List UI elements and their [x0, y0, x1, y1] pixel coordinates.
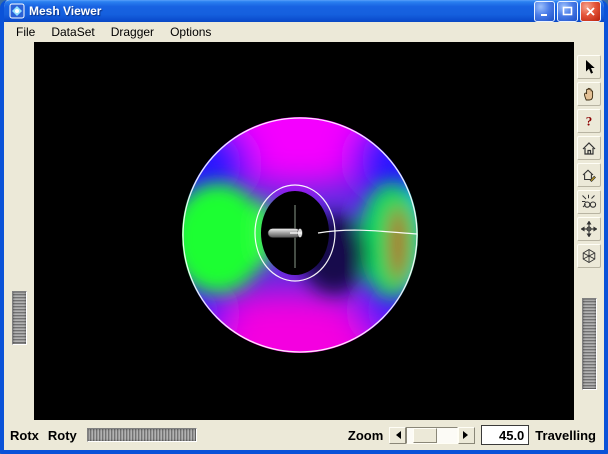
- zoom-scroll-left-button[interactable]: [389, 426, 407, 444]
- zoom-scroll-right-button[interactable]: [458, 426, 476, 444]
- minimize-button[interactable]: [534, 0, 555, 22]
- menu-bar: File DataSet Dragger Options: [4, 22, 604, 42]
- menu-dataset[interactable]: DataSet: [43, 23, 102, 41]
- app-icon: [9, 3, 25, 19]
- close-icon: [586, 6, 595, 16]
- right-arrow-icon: [463, 431, 472, 439]
- dolly-thumbwheel[interactable]: [581, 298, 597, 390]
- zoom-scroll-track[interactable]: [406, 426, 459, 444]
- roty-label: Roty: [47, 427, 77, 443]
- left-arrow-icon: [392, 431, 402, 439]
- set-home-icon: [582, 169, 596, 182]
- rotx-label: Rotx: [10, 427, 39, 443]
- maximize-icon: [562, 6, 573, 15]
- menu-file[interactable]: File: [8, 23, 43, 41]
- help-button[interactable]: ?: [577, 109, 601, 133]
- pointer-arrow-icon: [586, 60, 595, 74]
- home-icon: [582, 142, 596, 155]
- window-title: Mesh Viewer: [29, 4, 102, 18]
- menu-options[interactable]: Options: [162, 23, 219, 41]
- right-rail: ?: [574, 42, 604, 420]
- seek-button[interactable]: [577, 217, 601, 241]
- hand-icon: [584, 87, 594, 101]
- menu-dragger[interactable]: Dragger: [103, 23, 162, 41]
- set-home-button[interactable]: [577, 163, 601, 187]
- torus-render: [136, 75, 461, 392]
- zoom-label: Zoom: [347, 427, 384, 443]
- zoom-value-field[interactable]: [481, 425, 530, 445]
- render-viewport[interactable]: [34, 42, 574, 420]
- minimize-icon: [541, 13, 547, 16]
- main-area: ?: [4, 42, 604, 420]
- home-button[interactable]: [577, 136, 601, 160]
- seek-icon: [581, 221, 597, 237]
- zoom-scroll-thumb[interactable]: [413, 427, 438, 443]
- camera-wireframe-icon: [582, 248, 596, 264]
- close-button[interactable]: [580, 0, 601, 22]
- mode-label: Travelling: [535, 427, 596, 443]
- rotx-thumbwheel[interactable]: [11, 291, 27, 345]
- svg-text:?: ?: [586, 114, 593, 129]
- zoom-controls: Zoom Travelling: [348, 425, 598, 445]
- app-window: Mesh Viewer File DataSet Dragger Options: [0, 0, 608, 454]
- title-bar[interactable]: Mesh Viewer: [4, 0, 604, 22]
- view-all-icon: [582, 194, 597, 208]
- bottom-bar: Rotx Roty Zoom Travelling: [4, 420, 604, 450]
- pick-mode-button[interactable]: [577, 55, 601, 79]
- question-mark-icon: ?: [586, 114, 593, 129]
- camera-type-button[interactable]: [577, 244, 601, 268]
- maximize-button[interactable]: [557, 0, 578, 22]
- view-mode-button[interactable]: [577, 82, 601, 106]
- left-rail: [4, 42, 34, 420]
- view-all-button[interactable]: [577, 190, 601, 214]
- roty-thumbwheel[interactable]: [86, 428, 197, 442]
